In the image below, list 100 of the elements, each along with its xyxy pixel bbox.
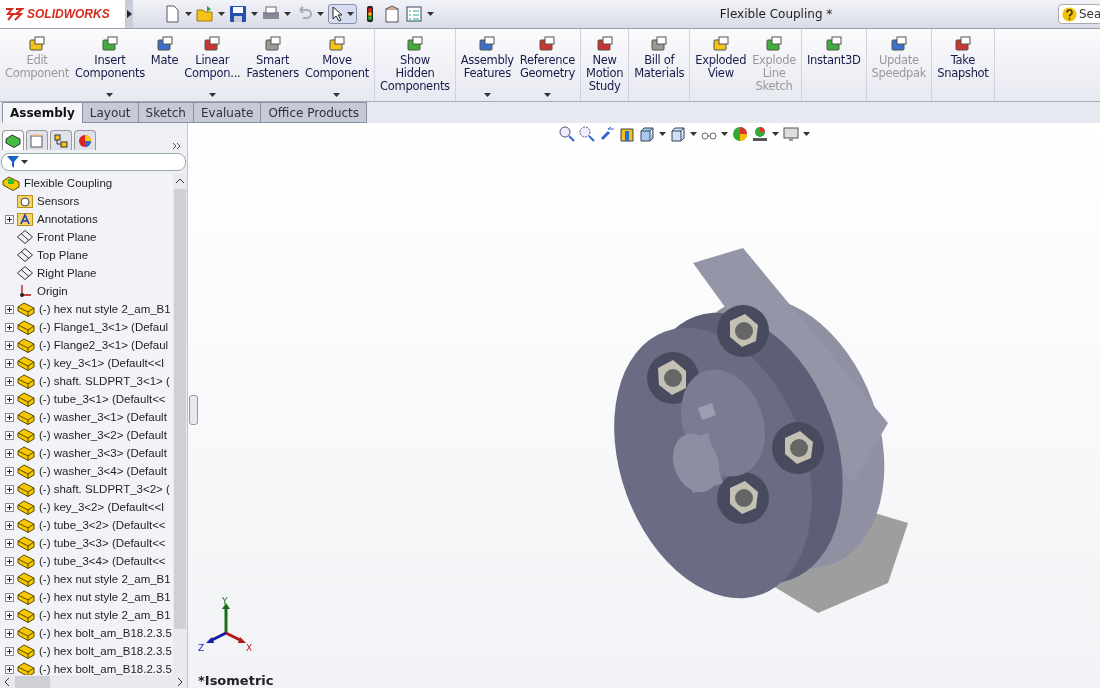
tree-item[interactable]: Flexible Coupling xyxy=(24,177,113,189)
caret-icon[interactable] xyxy=(185,12,192,16)
tree-item[interactable]: (-) hex bolt_am_B18.2.3.5 xyxy=(39,627,172,639)
tree-item[interactable]: (-) washer_3<4> (Default xyxy=(39,465,167,477)
zoom-to-area-icon[interactable] xyxy=(578,126,595,142)
scroll-left-icon[interactable] xyxy=(4,678,9,686)
tree-item[interactable]: (-) Flange2_3<1> (Defaul xyxy=(39,339,169,351)
tree-item[interactable]: (-) tube_3<3> (Default<< xyxy=(39,537,166,549)
ribbon-button[interactable]: Bill of Materials xyxy=(631,29,688,101)
caret-icon[interactable] xyxy=(427,12,434,16)
view-orientation-icon[interactable] xyxy=(638,126,655,142)
tree-item[interactable]: Sensors xyxy=(37,195,80,207)
file-properties-icon[interactable] xyxy=(383,5,401,23)
caret-icon[interactable] xyxy=(333,93,341,97)
caret-icon[interactable] xyxy=(284,12,291,16)
expand-icon[interactable] xyxy=(5,646,14,656)
section-view-icon[interactable] xyxy=(618,126,635,142)
caret-icon[interactable] xyxy=(208,93,216,97)
ribbon-button[interactable]: Reference Geometry xyxy=(516,29,579,101)
caret-icon[interactable] xyxy=(771,132,779,136)
tree-item[interactable]: (-) tube_3<1> (Default<< xyxy=(39,393,166,405)
caret-icon[interactable] xyxy=(720,132,728,136)
expand-icon[interactable] xyxy=(5,610,14,620)
select-button[interactable] xyxy=(328,4,357,24)
tree-item[interactable]: (-) hex bolt_am_B18.2.3.5 xyxy=(39,645,172,657)
ribbon-button[interactable]: Exploded View xyxy=(692,29,750,101)
display-style-icon[interactable] xyxy=(669,126,686,142)
tree-item[interactable]: (-) hex bolt_am_B18.2.3.5 xyxy=(39,663,172,675)
scrollbar-thumb[interactable] xyxy=(15,676,50,688)
expand-icon[interactable] xyxy=(5,538,14,548)
caret-icon[interactable] xyxy=(689,132,697,136)
caret-icon[interactable] xyxy=(483,93,491,97)
tree-item[interactable]: Origin xyxy=(37,285,68,297)
ribbon-button[interactable]: Instant3D xyxy=(804,29,864,101)
tree-item[interactable]: (-) hex nut style 2_am_B1 xyxy=(39,591,171,603)
expand-icon[interactable] xyxy=(5,502,14,512)
tree-item[interactable]: (-) hex nut style 2_am_B1 xyxy=(39,573,171,585)
caret-icon[interactable] xyxy=(218,12,225,16)
tree-item[interactable]: (-) shaft. SLDPRT_3<1> ( xyxy=(39,375,170,387)
expand-icon[interactable] xyxy=(5,376,14,386)
tree-item[interactable]: (-) washer_3<1> (Default xyxy=(39,411,167,423)
tree-item[interactable]: (-) washer_3<3> (Default xyxy=(39,447,167,459)
panel-tab[interactable] xyxy=(50,130,72,150)
panel-tab[interactable] xyxy=(74,130,96,150)
checklist-icon[interactable] xyxy=(405,5,423,23)
zoom-to-fit-icon[interactable] xyxy=(558,126,575,142)
expand-icon[interactable] xyxy=(5,340,14,350)
tree-item[interactable]: (-) shaft. SLDPRT_3<2> ( xyxy=(39,483,170,495)
more-chevron-icon[interactable] xyxy=(172,142,181,150)
panel-tab[interactable] xyxy=(2,130,24,150)
caret-icon[interactable] xyxy=(317,12,324,16)
caret-icon[interactable] xyxy=(251,12,258,16)
ribbon-button[interactable]: Smart Fasteners xyxy=(243,29,302,101)
ribbon-tab[interactable]: Office Products xyxy=(260,102,368,123)
ribbon-tab[interactable]: Layout xyxy=(81,102,139,123)
previous-view-icon[interactable] xyxy=(598,126,615,142)
ribbon-tab[interactable]: Assembly xyxy=(2,102,83,123)
tree-item[interactable]: Right Plane xyxy=(37,267,97,279)
tree-item[interactable]: (-) hex nut style 2_am_B1 xyxy=(39,609,171,621)
appearance-sphere-icon[interactable] xyxy=(731,126,748,142)
ribbon-tab[interactable]: Evaluate xyxy=(193,102,262,123)
caret-icon[interactable] xyxy=(106,93,114,97)
expand-icon[interactable] xyxy=(5,322,14,332)
scroll-up-icon[interactable] xyxy=(176,178,184,183)
help-icon[interactable] xyxy=(1062,6,1077,22)
expand-icon[interactable] xyxy=(5,466,14,476)
caret-icon[interactable] xyxy=(543,93,551,97)
scene-icon[interactable] xyxy=(751,126,768,142)
expand-icon[interactable] xyxy=(5,448,14,458)
ribbon-button[interactable]: Linear Compon... xyxy=(181,29,244,101)
tree-item[interactable]: Front Plane xyxy=(37,231,97,243)
expand-icon[interactable] xyxy=(5,556,14,566)
tree-item[interactable]: Top Plane xyxy=(37,249,89,261)
ribbon-button[interactable]: Insert Components xyxy=(72,29,148,101)
ribbon-button[interactable]: Take Snapshot xyxy=(934,29,992,101)
ribbon-button[interactable]: Assembly Features xyxy=(457,29,517,101)
ribbon-button[interactable]: Mate xyxy=(147,29,182,101)
ribbon-tab[interactable]: Sketch xyxy=(137,102,194,123)
tree-item[interactable]: (-) tube_3<4> (Default<< xyxy=(39,555,166,567)
expand-icon[interactable] xyxy=(5,592,14,602)
panel-collapse-handle[interactable] xyxy=(189,395,198,425)
expand-icon[interactable] xyxy=(5,574,14,584)
caret-icon[interactable] xyxy=(802,132,810,136)
tree-item[interactable]: (-) washer_3<2> (Default xyxy=(39,429,167,441)
scroll-right-icon[interactable] xyxy=(178,678,183,686)
expand-icon[interactable] xyxy=(5,394,14,404)
expand-icon[interactable] xyxy=(5,520,14,530)
ribbon-button[interactable]: Show Hidden Components xyxy=(377,29,453,101)
scrollbar-thumb[interactable] xyxy=(174,189,186,629)
tree-item[interactable]: (-) key_3<1> (Default<<I xyxy=(39,357,165,369)
expand-icon[interactable] xyxy=(5,484,14,494)
tree-item[interactable]: (-) tube_3<2> (Default<< xyxy=(39,519,166,531)
expand-icon[interactable] xyxy=(5,664,14,674)
caret-icon[interactable] xyxy=(347,12,354,16)
tree-item[interactable]: Annotations xyxy=(37,213,98,225)
tree-item[interactable]: (-) key_3<2> (Default<<I xyxy=(39,501,165,513)
caret-icon[interactable] xyxy=(21,160,28,164)
ribbon-button[interactable]: Move Component xyxy=(301,29,373,101)
expand-icon[interactable] xyxy=(5,628,14,638)
filter-field[interactable] xyxy=(1,153,186,171)
